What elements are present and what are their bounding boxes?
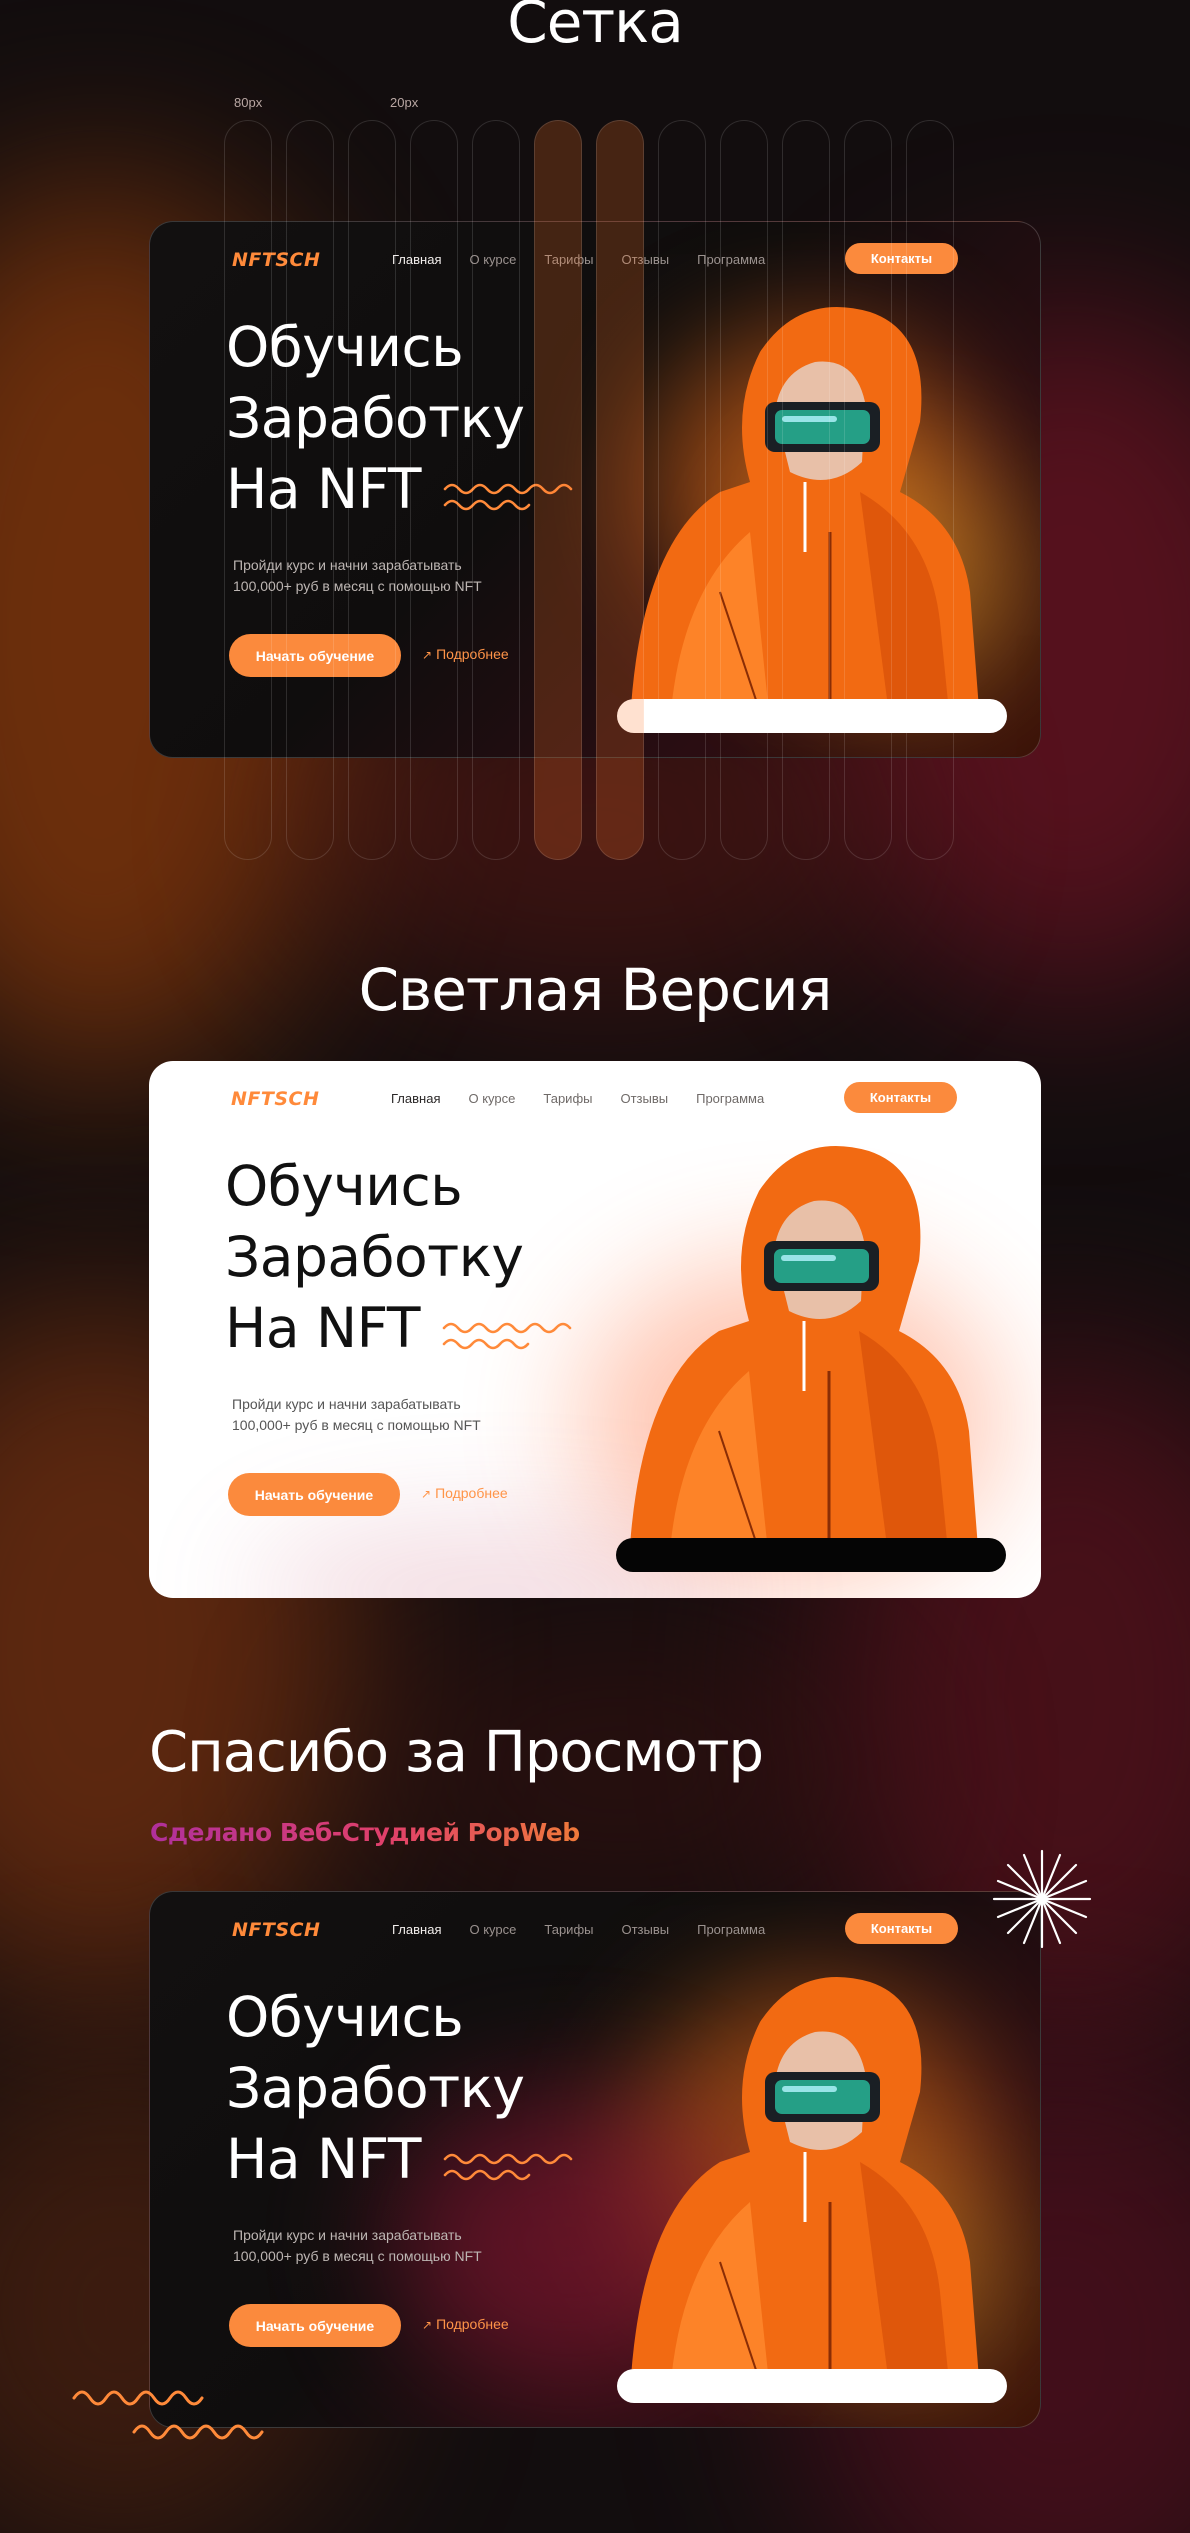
figure-base-pill bbox=[617, 699, 1007, 733]
nav-item-about[interactable]: О курсе bbox=[469, 252, 516, 267]
more-link[interactable]: ↗ Подробнее bbox=[422, 2316, 509, 2332]
logo[interactable]: NFTSCH bbox=[232, 249, 320, 271]
light-section-title: Светлая Версия bbox=[358, 956, 833, 1024]
hooded-figure-illustration bbox=[630, 1977, 980, 2392]
nav-item-home[interactable]: Главная bbox=[392, 1922, 441, 1937]
column-width-label: 80px bbox=[234, 95, 263, 110]
main-nav: Главная О курсе Тарифы Отзывы Программа bbox=[391, 1091, 764, 1106]
contacts-button[interactable]: Контакты bbox=[845, 1913, 958, 1944]
start-learning-button[interactable]: Начать обучение bbox=[228, 1473, 400, 1516]
arrow-up-right-icon: ↗ bbox=[422, 648, 433, 662]
nav-item-program[interactable]: Программа bbox=[696, 1091, 764, 1106]
squiggle-decoration bbox=[443, 2153, 573, 2181]
nav-item-pricing[interactable]: Тарифы bbox=[544, 1922, 593, 1937]
nav-item-reviews[interactable]: Отзывы bbox=[620, 1091, 668, 1106]
contacts-button[interactable]: Контакты bbox=[844, 1082, 957, 1113]
hooded-figure-illustration bbox=[630, 307, 980, 722]
logo[interactable]: NFTSCH bbox=[232, 1919, 320, 1941]
studio-credit: Сделано Веб-Студией PopWeb bbox=[150, 1818, 580, 1847]
more-link[interactable]: ↗ Подробнее bbox=[422, 646, 509, 662]
arrow-up-right-icon: ↗ bbox=[422, 2318, 433, 2332]
nav-item-about[interactable]: О курсе bbox=[469, 1922, 516, 1937]
nav-item-pricing[interactable]: Тарифы bbox=[543, 1091, 592, 1106]
sparkle-icon bbox=[992, 1849, 1092, 1949]
figure-base-pill bbox=[617, 2369, 1007, 2403]
landing-card-light: NFTSCH Главная О курсе Тарифы Отзывы Про… bbox=[149, 1061, 1041, 1598]
gutter-width-label: 20px bbox=[390, 95, 419, 110]
squiggle-decoration bbox=[443, 483, 573, 511]
landing-card-grid: NFTSCH Главная О курсе Тарифы Отзывы Про… bbox=[149, 221, 1041, 758]
thanks-title: Спасибо за Просмотр bbox=[149, 1720, 764, 1785]
hero-subtitle: Пройди курс и начни зарабатывать 100,000… bbox=[233, 557, 482, 594]
hero-subtitle: Пройди курс и начни зарабатывать 100,000… bbox=[232, 1396, 481, 1433]
start-learning-button[interactable]: Начать обучение bbox=[229, 2304, 401, 2347]
figure-base-pill bbox=[616, 1538, 1006, 1572]
hooded-figure-illustration bbox=[629, 1146, 979, 1561]
main-nav: Главная О курсе Тарифы Отзывы Программа bbox=[392, 252, 765, 267]
landing-card-final: NFTSCH Главная О курсе Тарифы Отзывы Про… bbox=[149, 1891, 1041, 2428]
nav-item-reviews[interactable]: Отзывы bbox=[621, 252, 669, 267]
hero-subtitle: Пройди курс и начни зарабатывать 100,000… bbox=[233, 2227, 482, 2264]
nav-item-home[interactable]: Главная bbox=[391, 1091, 440, 1106]
logo[interactable]: NFTSCH bbox=[231, 1088, 319, 1110]
nav-item-program[interactable]: Программа bbox=[697, 1922, 765, 1937]
nav-item-pricing[interactable]: Тарифы bbox=[544, 252, 593, 267]
squiggle-decoration bbox=[442, 1322, 572, 1350]
start-learning-button[interactable]: Начать обучение bbox=[229, 634, 401, 677]
squiggle-decoration-corner bbox=[72, 2390, 264, 2440]
contacts-button[interactable]: Контакты bbox=[845, 243, 958, 274]
nav-item-about[interactable]: О курсе bbox=[468, 1091, 515, 1106]
nav-item-home[interactable]: Главная bbox=[392, 252, 441, 267]
arrow-up-right-icon: ↗ bbox=[421, 1487, 432, 1501]
more-link[interactable]: ↗ Подробнее bbox=[421, 1485, 508, 1501]
grid-section-title: Сетка bbox=[507, 0, 684, 56]
nav-item-reviews[interactable]: Отзывы bbox=[621, 1922, 669, 1937]
nav-item-program[interactable]: Программа bbox=[697, 252, 765, 267]
main-nav: Главная О курсе Тарифы Отзывы Программа bbox=[392, 1922, 765, 1937]
